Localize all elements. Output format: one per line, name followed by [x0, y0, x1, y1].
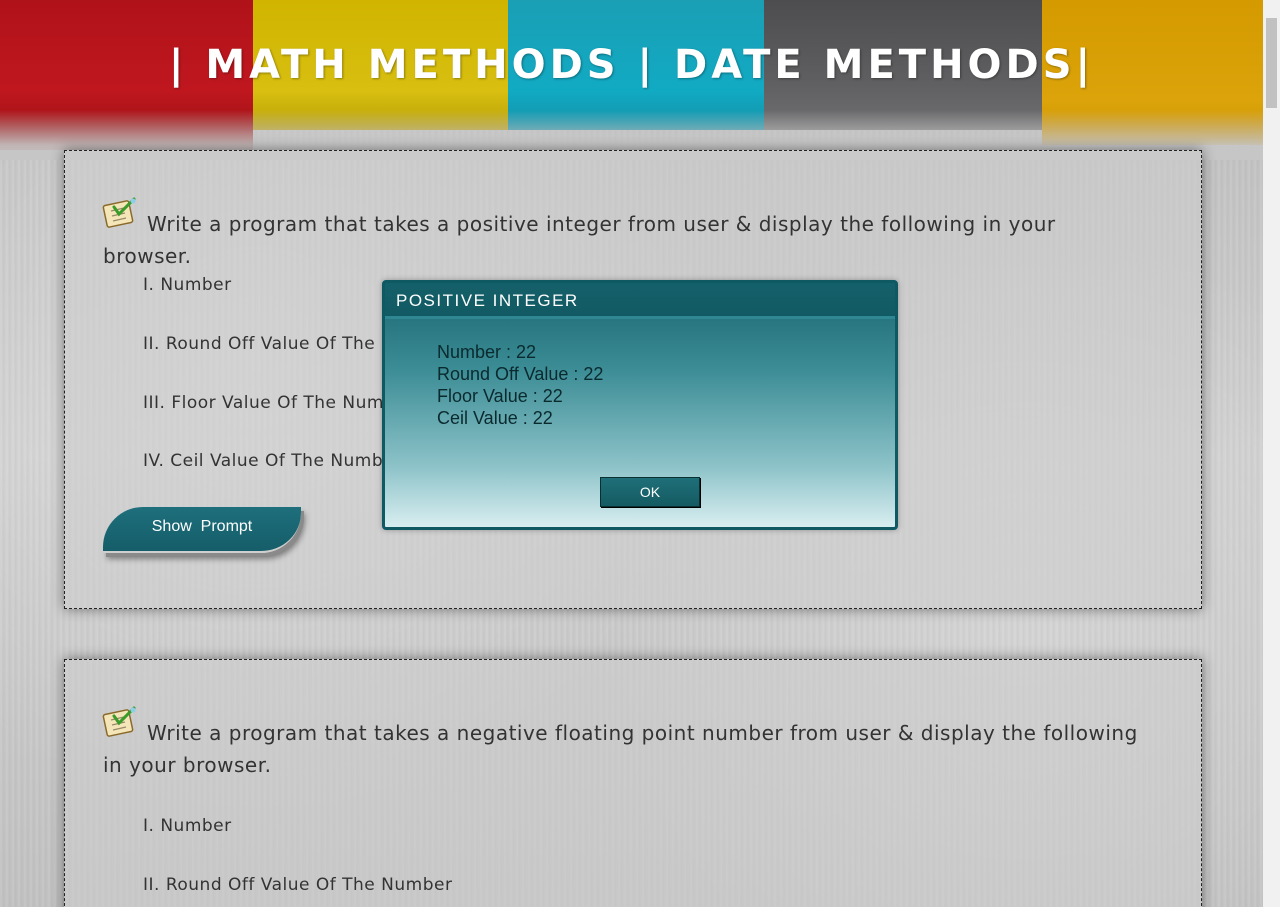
list-item: II. Round Off Value Of The Number	[143, 875, 453, 895]
page-title: | MATH METHODS | DATE METHODS|	[168, 42, 1095, 88]
dialog-line-number: Number : 22	[437, 342, 537, 362]
show-prompt-button[interactable]: Show Prompt	[103, 507, 301, 553]
list-item: I. Number	[143, 816, 232, 836]
list-item: IV. Ceil Value Of The Number	[143, 451, 402, 471]
alert-dialog: POSITIVE INTEGER Number : 22 Round Off V…	[382, 280, 898, 530]
question-label: Write a program that takes a negative fl…	[103, 721, 1138, 777]
question-text: Write a program that takes a negative fl…	[103, 717, 1143, 781]
vertical-scrollbar[interactable]	[1263, 0, 1280, 907]
dialog-message: Number : 22 Round Off Value : 22 Floor V…	[437, 341, 603, 429]
question-text: Write a program that takes a positive in…	[103, 208, 1143, 272]
header-banner: | MATH METHODS | DATE METHODS|	[0, 0, 1263, 160]
dialog-line-ceil: Ceil Value : 22	[437, 408, 553, 428]
list-item: I. Number	[143, 275, 232, 295]
question-label: Write a program that takes a positive in…	[103, 212, 1056, 268]
dialog-line-round: Round Off Value : 22	[437, 364, 604, 384]
dialog-line-floor: Floor Value : 22	[437, 386, 563, 406]
scrollbar-thumb[interactable]	[1266, 18, 1277, 108]
list-item: III. Floor Value Of The Number	[143, 393, 414, 413]
ok-button[interactable]: OK	[600, 477, 700, 507]
task-card-negative-float: Write a program that takes a negative fl…	[64, 659, 1202, 907]
dialog-title: POSITIVE INTEGER	[385, 283, 895, 319]
